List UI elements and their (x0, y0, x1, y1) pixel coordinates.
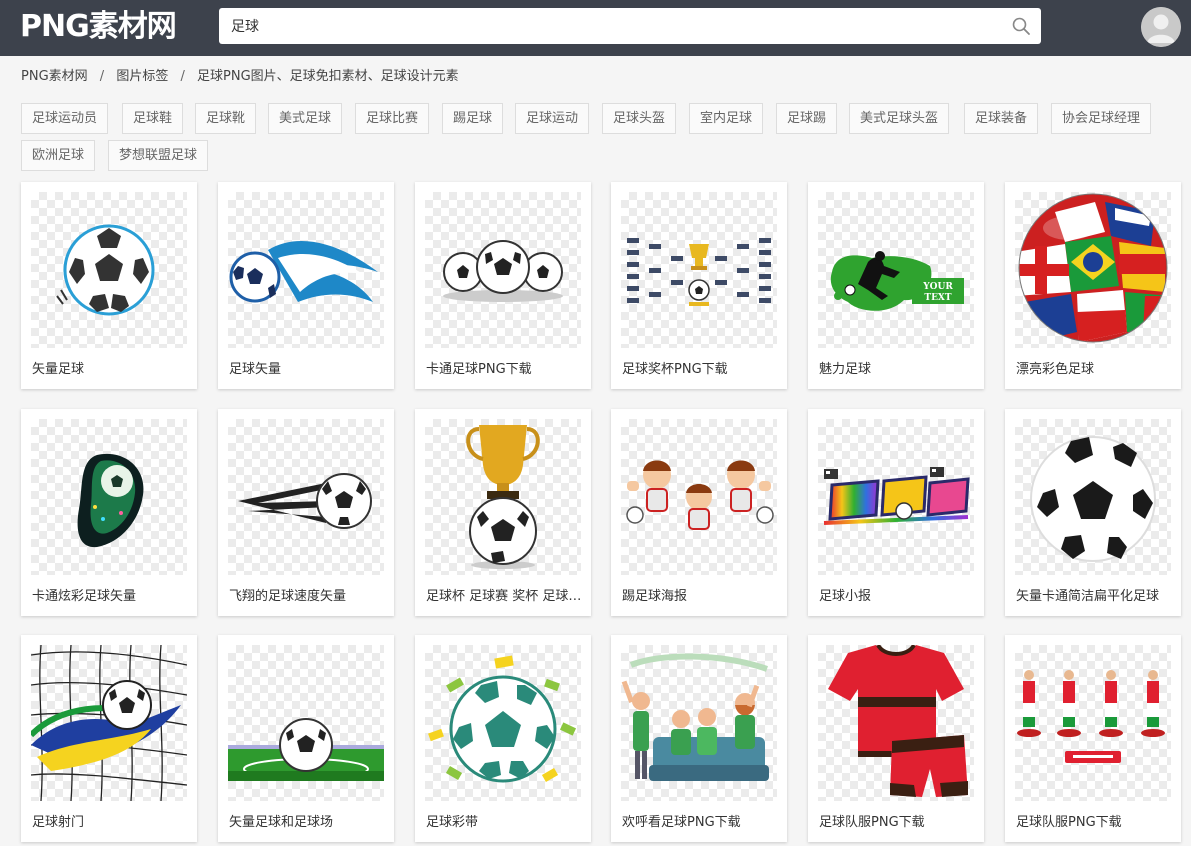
image-title: 矢量卡通简洁扁平化足球 (1016, 589, 1160, 604)
colorful-ball-icon (31, 419, 187, 575)
svg-text:YOUR: YOUR (922, 282, 953, 292)
image-title: 踢足球海报 (622, 589, 688, 604)
site-logo[interactable]: PNG素材网 (20, 9, 177, 45)
table-football-icon (1015, 645, 1171, 801)
search-icon[interactable] (1011, 16, 1031, 36)
image-title: 卡通足球PNG下载 (426, 362, 532, 377)
breadcrumb: PNG素材网 / 图片标签 / 足球PNG图片、足球免扣素材、足球设计元素 (21, 67, 459, 87)
image-card[interactable]: 卡通足球PNG下载 (415, 182, 591, 389)
three-soccer-balls-icon (425, 192, 581, 348)
search-input[interactable] (219, 8, 999, 44)
player-splash-icon: YOUR TEXT (818, 192, 974, 348)
tag-item[interactable]: 足球头盔 (602, 103, 677, 134)
svg-text:TEXT: TEXT (924, 293, 952, 303)
breadcrumb-current: 足球PNG图片、足球免扣素材、足球设计元素 (197, 69, 459, 84)
cheering-fans-icon (621, 645, 777, 801)
image-title: 飞翔的足球速度矢量 (229, 589, 347, 604)
image-card[interactable]: 踢足球海报 (611, 409, 787, 616)
image-title: 卡通炫彩足球矢量 (32, 589, 137, 604)
image-card[interactable]: 足球射门 (21, 635, 197, 842)
soccer-ball-icon (31, 192, 187, 348)
image-card[interactable]: 足球小报 (808, 409, 984, 616)
flaming-soccer-ball-icon (228, 192, 384, 348)
image-title: 足球队服PNG下载 (1016, 815, 1122, 830)
jersey-icon (818, 645, 974, 801)
image-title: 足球矢量 (229, 362, 282, 377)
image-title: 足球奖杯PNG下载 (622, 362, 728, 377)
image-title: 足球射门 (32, 815, 85, 830)
image-title: 足球彩带 (426, 815, 479, 830)
cartoon-kids-icon (621, 419, 777, 575)
image-card[interactable]: 欢呼看足球PNG下载 (611, 635, 787, 842)
tag-item[interactable]: 梦想联盟足球 (108, 140, 209, 171)
image-card[interactable]: 矢量足球 (21, 182, 197, 389)
tag-item[interactable]: 足球运动员 (21, 103, 109, 134)
soccer-title-icon (818, 419, 974, 575)
image-card[interactable]: 矢量卡通简洁扁平化足球 (1005, 409, 1181, 616)
image-card[interactable]: 足球奖杯PNG下载 (611, 182, 787, 389)
large-soccer-ball-icon (1015, 419, 1171, 575)
image-card[interactable]: 足球杯 足球赛 奖杯 足球 比赛 (415, 409, 591, 616)
breadcrumb-separator: / (180, 69, 185, 84)
image-title: 矢量足球和足球场 (229, 815, 334, 830)
goal-net-icon (31, 645, 187, 801)
image-card[interactable]: 飞翔的足球速度矢量 (218, 409, 394, 616)
image-card[interactable]: 足球队服PNG下载 (1005, 635, 1181, 842)
image-card[interactable]: 足球队服PNG下载 (808, 635, 984, 842)
tag-item[interactable]: 足球运动 (515, 103, 590, 134)
tag-item[interactable]: 室内足球 (689, 103, 764, 134)
tag-item[interactable]: 足球比赛 (355, 103, 430, 134)
image-title: 魅力足球 (819, 362, 872, 377)
image-title: 漂亮彩色足球 (1016, 362, 1095, 377)
image-card[interactable]: YOUR TEXT 魅力足球 (808, 182, 984, 389)
tag-item[interactable]: 足球踢 (776, 103, 838, 134)
user-avatar-icon[interactable] (1141, 7, 1181, 47)
tag-item[interactable]: 足球鞋 (122, 103, 184, 134)
trophy-ball-icon (425, 419, 581, 575)
image-title: 足球杯 足球赛 奖杯 足球 比赛 (426, 589, 582, 604)
breadcrumb-section[interactable]: 图片标签 (116, 69, 168, 84)
image-card[interactable]: 矢量足球和足球场 (218, 635, 394, 842)
image-title: 足球小报 (819, 589, 872, 604)
breadcrumb-separator: / (99, 69, 105, 84)
image-card[interactable]: 卡通炫彩足球矢量 (21, 409, 197, 616)
ball-confetti-icon (425, 645, 581, 801)
tag-item[interactable]: 足球靴 (195, 103, 257, 134)
image-title: 矢量足球 (32, 362, 85, 377)
tag-item[interactable]: 足球装备 (964, 103, 1039, 134)
tag-item[interactable]: 美式足球 (268, 103, 343, 134)
tournament-bracket-icon (621, 192, 777, 348)
ball-on-field-icon (228, 645, 384, 801)
tag-item[interactable]: 美式足球头盔 (849, 103, 950, 134)
flag-ball-icon (1015, 192, 1171, 348)
tag-item[interactable]: 踢足球 (442, 103, 504, 134)
search-box (219, 8, 1041, 44)
image-card[interactable]: 足球矢量 (218, 182, 394, 389)
image-title: 欢呼看足球PNG下载 (622, 815, 741, 830)
image-card[interactable]: 漂亮彩色足球 (1005, 182, 1181, 389)
image-title: 足球队服PNG下载 (819, 815, 925, 830)
tag-item[interactable]: 欧洲足球 (21, 140, 96, 171)
image-card[interactable]: 足球彩带 (415, 635, 591, 842)
speed-ball-icon (228, 419, 384, 575)
breadcrumb-home[interactable]: PNG素材网 (21, 69, 88, 84)
top-bar: PNG素材网 (0, 0, 1191, 56)
tag-item[interactable]: 协会足球经理 (1051, 103, 1152, 134)
